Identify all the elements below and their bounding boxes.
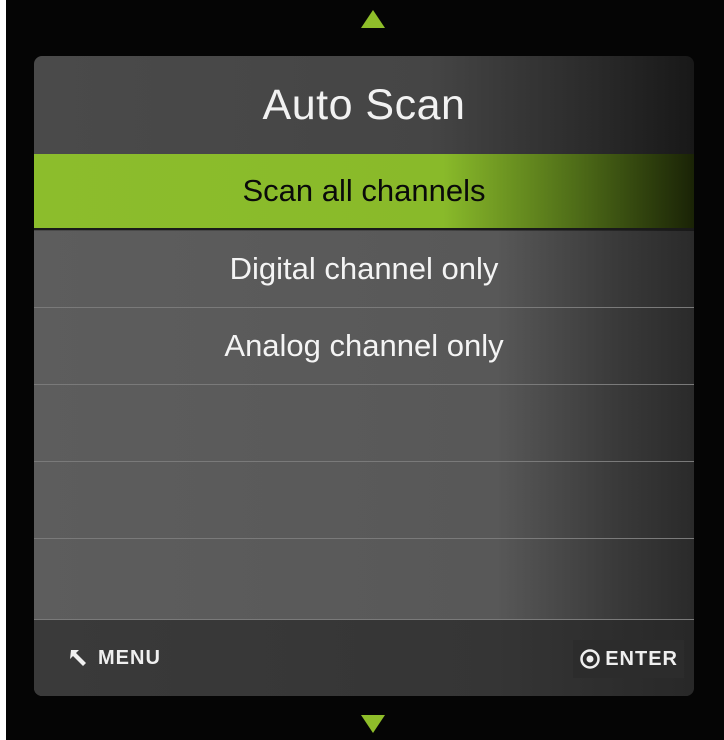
option-scan-all-channels[interactable]: Scan all channels: [34, 154, 694, 230]
option-analog-channel-only[interactable]: Analog channel only: [34, 308, 694, 385]
menu-button-hint[interactable]: MENU: [68, 646, 161, 670]
option-label: Digital channel only: [229, 251, 499, 286]
scroll-up-icon[interactable]: [361, 10, 385, 28]
tv-screen: Auto Scan Scan all channels Digital chan…: [6, 0, 724, 740]
option-list: Scan all channels Digital channel only A…: [34, 154, 694, 620]
option-digital-channel-only[interactable]: Digital channel only: [34, 231, 694, 308]
menu-title: Auto Scan: [262, 80, 466, 129]
scroll-down-icon[interactable]: [361, 715, 385, 733]
empty-option-row: [34, 385, 694, 462]
menu-footer: MENU ENTER: [34, 620, 694, 696]
enter-button-hint[interactable]: ENTER: [573, 640, 684, 678]
auto-scan-menu: Auto Scan Scan all channels Digital chan…: [34, 56, 694, 696]
enter-circle-icon: [579, 648, 601, 670]
empty-option-row: [34, 462, 694, 539]
empty-option-row: [34, 539, 694, 620]
menu-label: MENU: [98, 646, 161, 669]
option-label: Analog channel only: [224, 328, 504, 363]
return-arrow-icon: [68, 648, 90, 668]
enter-label: ENTER: [605, 647, 678, 670]
option-label: Scan all channels: [242, 173, 486, 208]
